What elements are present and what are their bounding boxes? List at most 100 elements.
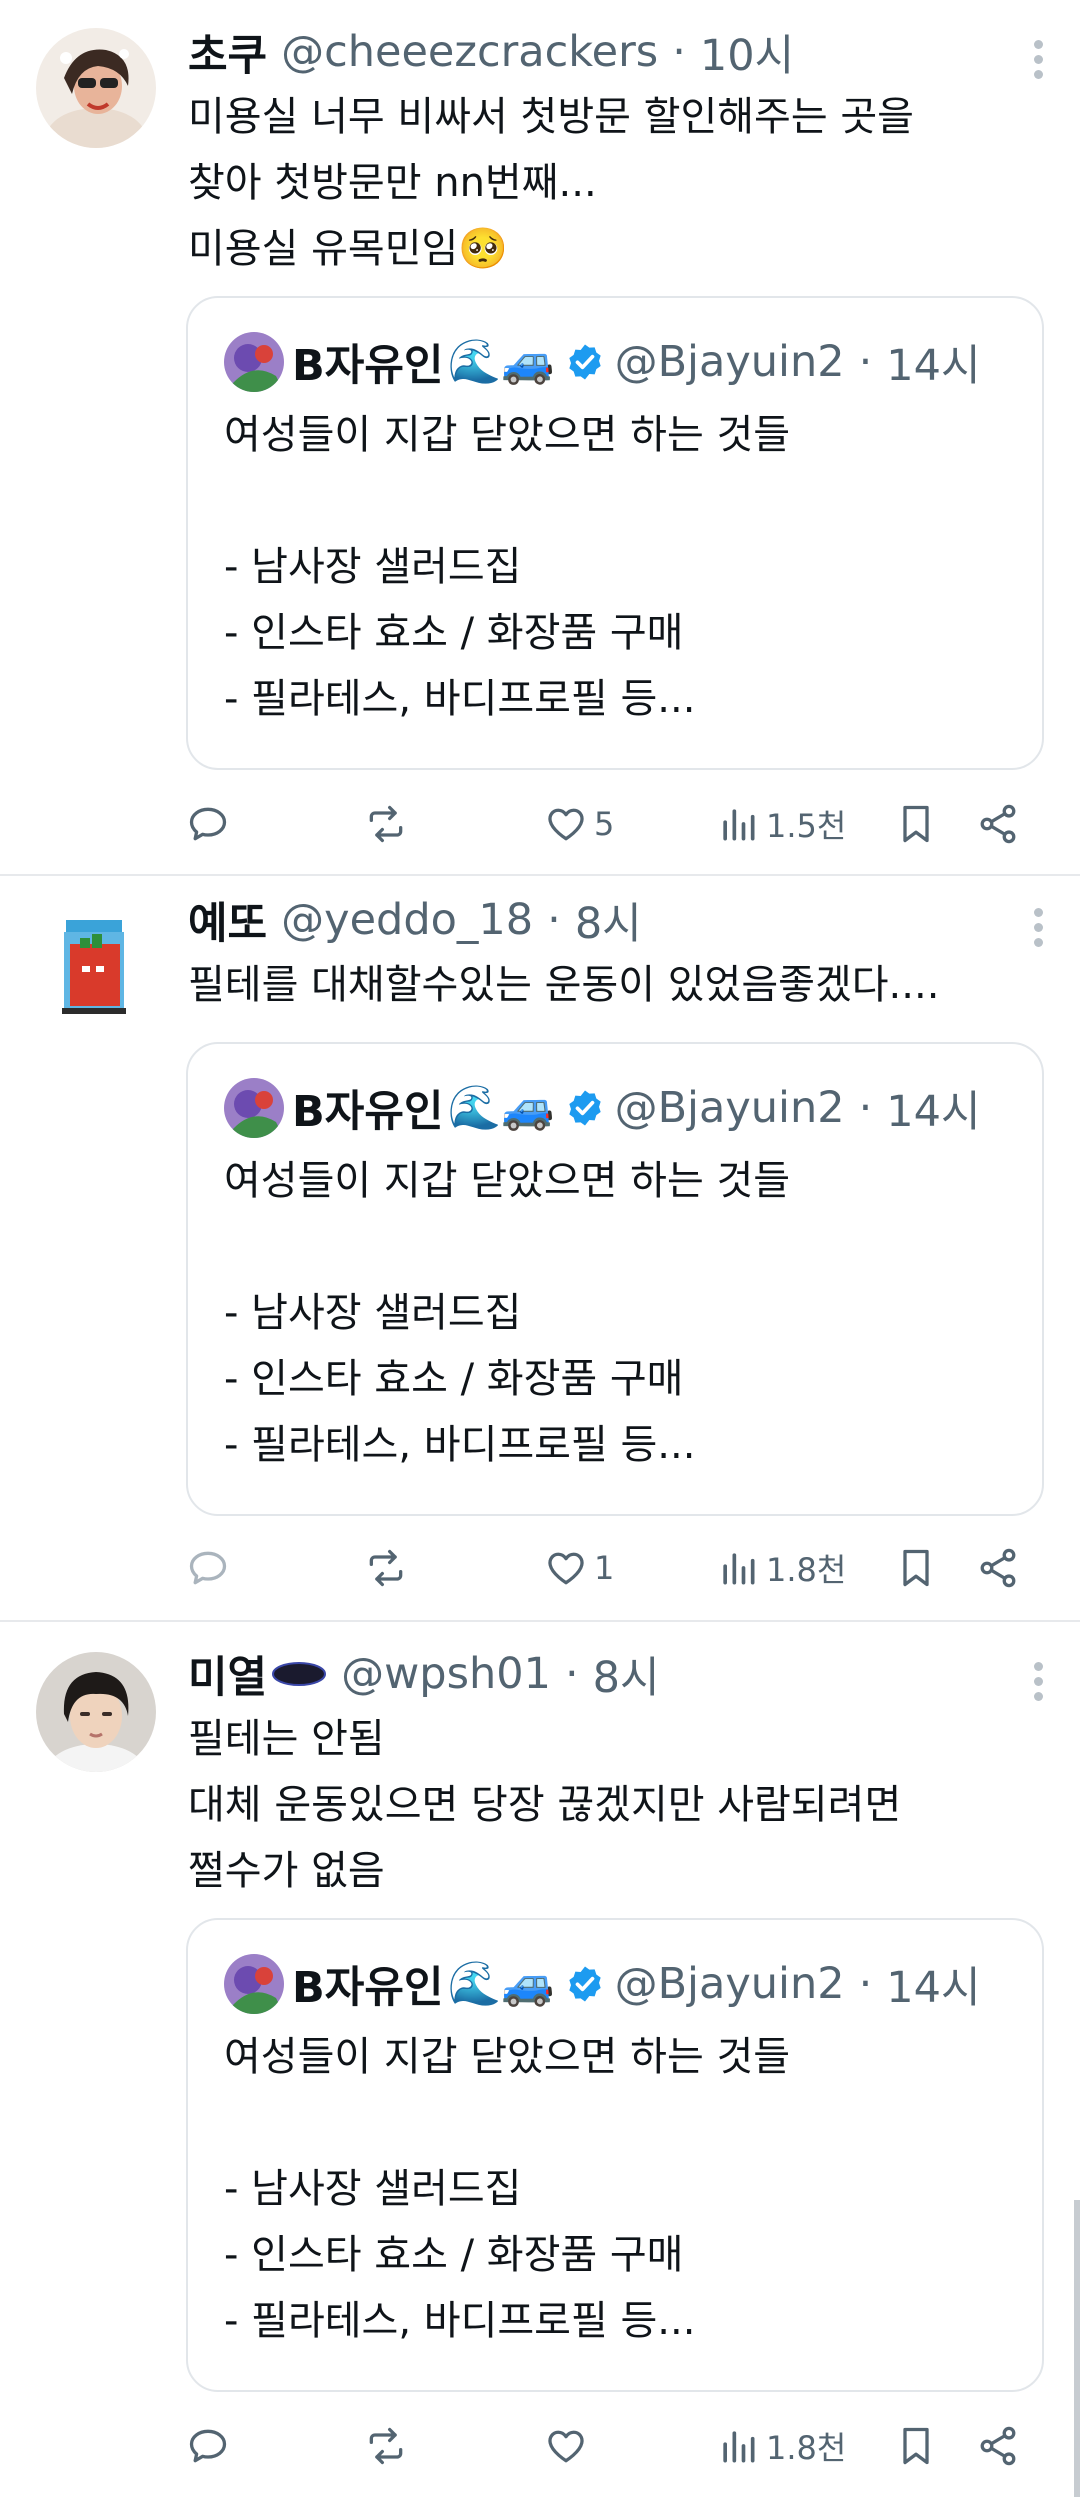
timestamp[interactable]: 8시 [593,1643,660,1705]
tweet[interactable]: 예또 @yeddo_18 · 8시 필테를 대채할수있는 운동이 있었음좋겠다.… [0,876,1080,1618]
like-button[interactable] [544,2416,594,2476]
handle[interactable]: @wpsh01 [341,1649,551,1699]
share-button[interactable] [976,1538,1020,1598]
like-button[interactable]: 5 [544,794,614,854]
repost-icon [369,2427,403,2465]
verified-badge-icon [568,344,601,380]
quoted-text-line: - 필라테스, 바디프로필 등... [224,1422,696,1468]
quoted-tweet[interactable]: B자유인 🌊🚙 @Bjayuin2 · 14시 여성들이 지갑 닫았으면 하는 … [186,1042,1044,1516]
quoted-text-line: - 인스타 효소 / 화장품 구매 [224,2232,684,2278]
tweet[interactable]: 초쿠 @cheeezcrackers · 10시 미용실 너무 비싸서 첫방문 … [0,0,1080,874]
share-button[interactable] [976,794,1020,854]
action-bar: 1 1.8천 [186,1538,1036,1598]
views-icon [723,1553,755,1585]
quoted-avatar[interactable] [224,1078,284,1138]
tweet-text-line: 찾아 첫방문만 nn번째... [188,160,597,206]
share-icon [980,804,1016,844]
tweet-text: 필테는 안됨 대체 운동있으면 당장 끊겠지만 사람되려면 쩔수가 없음 [188,1706,1040,1904]
repost-button[interactable] [364,794,414,854]
quoted-display-name[interactable]: B자유인 [292,1077,443,1139]
views-button[interactable]: 1.5천 [716,794,846,854]
quoted-text: 여성들이 지갑 닫았으면 하는 것들 - 남사장 샐러드집 - 인스타 효소 /… [224,2024,790,2354]
quoted-avatar[interactable] [224,1954,284,2014]
scrollbar[interactable] [1074,2200,1080,2497]
quoted-display-name[interactable]: B자유인 [292,331,443,393]
share-button[interactable] [976,2416,1020,2476]
reply-button[interactable] [186,794,236,854]
quoted-handle[interactable]: @Bjayuin2 [615,337,845,387]
tweet-text: 필테를 대채할수있는 운동이 있었음좋겠다.... [188,952,1040,1018]
repost-icon [369,1549,403,1587]
separator-dot: · [564,1649,579,1699]
quoted-avatar[interactable] [224,332,284,392]
avatar[interactable] [36,28,156,148]
quoted-text-line: - 인스타 효소 / 화장품 구매 [224,1356,684,1402]
display-name[interactable]: 초쿠 [188,21,267,83]
black-oval-icon [272,1662,327,1686]
handle[interactable]: @yeddo_18 [281,895,533,945]
reply-button[interactable] [186,1538,236,1598]
bookmark-button[interactable] [894,1538,938,1598]
quoted-timestamp[interactable]: 14시 [886,1953,980,2015]
separator-dot: · [858,337,873,387]
timestamp[interactable]: 10시 [700,21,794,83]
bookmark-button[interactable] [894,794,938,854]
action-bar: 5 1.5천 [186,794,1036,854]
quoted-text-line: 여성들이 지갑 닫았으면 하는 것들 [224,1158,791,1204]
quoted-timestamp[interactable]: 14시 [886,331,980,393]
quoted-text-line [224,2090,790,2156]
quoted-text-line [224,468,790,534]
like-button[interactable]: 1 [544,1538,614,1598]
quoted-tweet[interactable]: B자유인 🌊🚙 @Bjayuin2 · 14시 여성들이 지갑 닫았으면 하는 … [186,296,1044,770]
tweet-text-line: 미용실 유목민임🥺 [188,226,509,272]
handle[interactable]: @cheeezcrackers [281,27,658,77]
reply-icon [189,2429,227,2463]
more-icon[interactable] [1032,1656,1044,1707]
repost-button[interactable] [364,2416,414,2476]
more-icon[interactable] [1032,34,1044,85]
tweet-text-line: 필테를 대채할수있는 운동이 있었음좋겠다.... [188,962,940,1008]
more-icon[interactable] [1032,902,1044,953]
like-icon [548,808,584,841]
action-bar: 1.8천 [186,2416,1036,2476]
quoted-display-name[interactable]: B자유인 [292,1953,443,2015]
tweet-text-line: 미용실 너무 비싸서 첫방문 할인해주는 곳을 [188,94,914,140]
avatar[interactable] [36,904,156,1024]
timestamp[interactable]: 8시 [575,889,642,951]
reply-button[interactable] [186,2416,236,2476]
like-icon [548,1552,584,1585]
verified-badge-icon [568,1966,601,2002]
views-button[interactable]: 1.8천 [716,1538,846,1598]
quoted-timestamp[interactable]: 14시 [886,1077,980,1139]
verified-badge-icon [568,1090,601,1126]
quoted-text-line: - 남사장 샐러드집 [224,1290,522,1336]
views-button[interactable]: 1.8천 [716,2416,846,2476]
separator-dot: · [547,895,561,945]
quoted-handle[interactable]: @Bjayuin2 [615,1959,845,2009]
bookmark-icon [903,1549,929,1587]
bookmark-button[interactable] [894,2416,938,2476]
views-icon [723,2431,755,2463]
quoted-text-line: - 필라테스, 바디프로필 등... [224,676,696,722]
quoted-text-line: - 필라테스, 바디프로필 등... [224,2298,696,2344]
like-icon [548,2430,584,2463]
quoted-handle[interactable]: @Bjayuin2 [615,1083,845,1133]
tweet-text-line: 쩔수가 없음 [188,1848,385,1894]
like-count: 5 [594,805,615,843]
quoted-text-line: - 남사장 샐러드집 [224,544,522,590]
avatar[interactable] [36,1652,156,1772]
quoted-text-line: - 인스타 효소 / 화장품 구매 [224,610,684,656]
repost-button[interactable] [364,1538,414,1598]
display-name[interactable]: 예또 [188,889,267,951]
tweet-text-line: 대체 운동있으면 당장 끊겠지만 사람되려면 [188,1782,902,1828]
reply-icon [189,807,227,841]
share-icon [980,1548,1016,1588]
quoted-name-emojis: 🌊🚙 [447,337,555,387]
quoted-name-emojis: 🌊🚙 [447,1083,555,1133]
quoted-tweet[interactable]: B자유인 🌊🚙 @Bjayuin2 · 14시 여성들이 지갑 닫았으면 하는 … [186,1918,1044,2392]
quoted-text-line: 여성들이 지갑 닫았으면 하는 것들 [224,412,791,458]
separator-dot: · [858,1959,873,2009]
display-name[interactable]: 미열 [188,1643,267,1705]
separator-dot: · [858,1083,873,1133]
tweet[interactable]: 미열 @wpsh01 · 8시 필테는 안됨 대체 운동있으면 당장 끊겠지만 … [0,1622,1080,2497]
